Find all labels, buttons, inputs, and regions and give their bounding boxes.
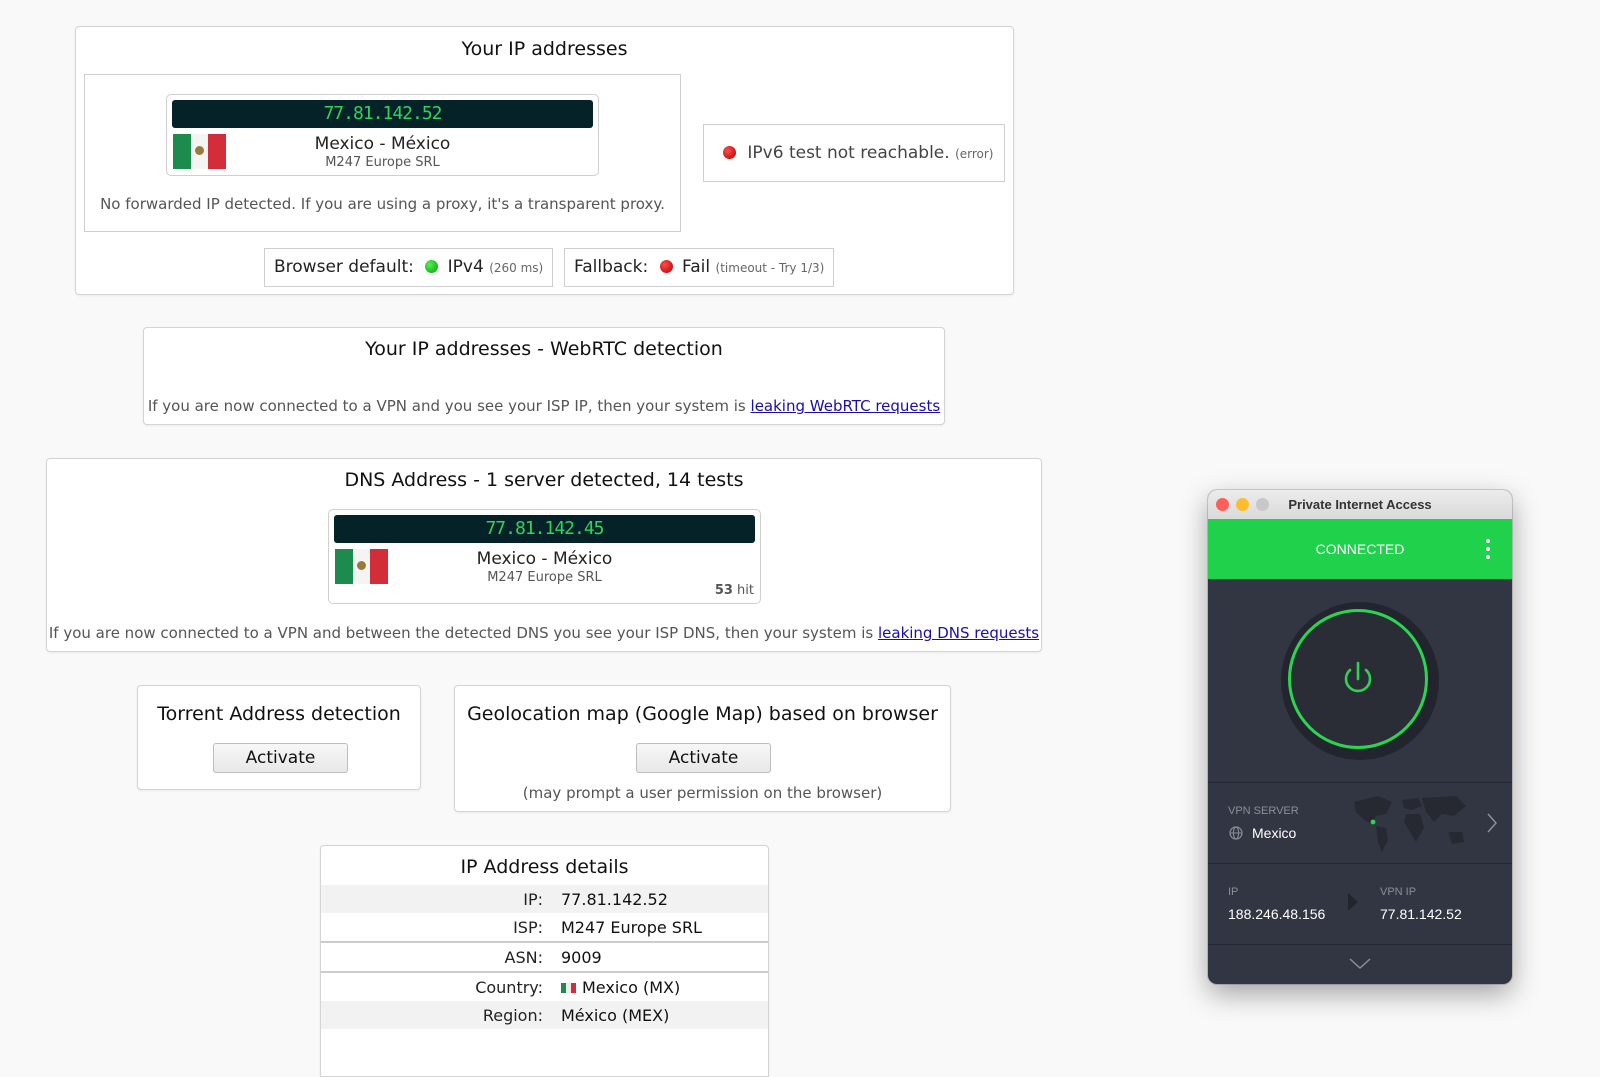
geolocation-panel: Geolocation map (Google Map) based on br… xyxy=(454,685,951,812)
globe-icon xyxy=(1229,826,1243,840)
ipv4-card: 77.81.142.52 Mexico - México M247 Europe… xyxy=(166,94,599,176)
detail-key: IP: xyxy=(321,885,551,913)
geolocation-note: (may prompt a user permission on the bro… xyxy=(522,784,883,802)
ip-addresses-panel: Your IP addresses 77.81.142.52 Mexico - … xyxy=(75,26,1014,295)
table-row: IP: 77.81.142.52 xyxy=(321,885,768,913)
ipv4-isp: M247 Europe SRL xyxy=(325,155,440,170)
dns-hit-label: hit xyxy=(737,583,754,598)
dns-isp: M247 Europe SRL xyxy=(487,570,602,585)
detail-value: Mexico (MX) xyxy=(551,972,768,1001)
close-window-icon[interactable] xyxy=(1216,498,1229,511)
ip-value: 188.246.48.156 xyxy=(1228,906,1326,922)
ipv4-result-panel: 77.81.142.52 Mexico - México M247 Europe… xyxy=(84,74,681,232)
ipv6-error-label: (error) xyxy=(955,147,994,161)
pia-window-title: Private Internet Access xyxy=(1288,497,1432,512)
browser-default-value: IPv4 xyxy=(447,257,484,277)
ipv6-status-text: IPv6 test not reachable. xyxy=(747,143,950,163)
webrtc-note: If you are now connected to a VPN and yo… xyxy=(144,397,944,415)
table-row: ASN: 9009 xyxy=(321,941,768,973)
leaking-webrtc-link[interactable]: leaking WebRTC requests xyxy=(751,397,941,415)
table-row: ISP: M247 Europe SRL xyxy=(321,913,768,942)
expand-row[interactable] xyxy=(1208,944,1512,984)
ipv4-ok-dot-icon xyxy=(425,260,439,273)
fallback-fail-dot-icon xyxy=(659,260,673,273)
table-row: Region: México (MEX) xyxy=(321,1001,768,1029)
pia-status-bar: CONNECTED xyxy=(1208,519,1512,579)
torrent-title: Torrent Address detection xyxy=(157,703,401,725)
pia-titlebar: Private Internet Access xyxy=(1208,490,1512,519)
ip-details-panel: IP Address details IP: 77.81.142.52 ISP:… xyxy=(320,845,769,1077)
arrow-right-icon xyxy=(1348,893,1358,911)
dns-address-display: 77.81.142.45 xyxy=(334,515,755,543)
fallback-label: Fallback: xyxy=(574,257,649,277)
dns-card: 77.81.142.45 Mexico - México M247 Europe… xyxy=(328,509,761,604)
detail-value: México (MEX) xyxy=(551,1001,768,1029)
ip-info-row: IP 188.246.48.156 VPN IP 77.81.142.52 xyxy=(1208,863,1512,944)
chevron-down-icon[interactable] xyxy=(1348,957,1372,971)
fallback-detail: (timeout - Try 1/3) xyxy=(715,261,825,275)
ip-addresses-title: Your IP addresses xyxy=(461,38,628,60)
ip-details-table-wrap: IP: 77.81.142.52 ISP: M247 Europe SRL AS… xyxy=(321,885,768,1029)
webrtc-title: Your IP addresses - WebRTC detection xyxy=(365,338,723,360)
dns-country: Mexico - México xyxy=(476,549,613,569)
table-row: Country: Mexico (MX) xyxy=(321,972,768,1001)
power-icon xyxy=(1344,661,1372,693)
browser-default-pill: Browser default: IPv4 (260 ms) xyxy=(264,248,554,287)
ipv6-result-panel: IPv6 test not reachable. (error) xyxy=(703,124,1005,182)
dns-title: DNS Address - 1 server detected, 14 test… xyxy=(344,469,744,491)
fallback-pill: Fallback: Fail (timeout - Try 1/3) xyxy=(564,248,835,287)
geolocation-activate-button[interactable]: Activate xyxy=(636,743,771,773)
ipv4-country: Mexico - México xyxy=(314,134,451,154)
dns-note-text: If you are now connected to a VPN and be… xyxy=(48,624,874,642)
chevron-right-icon[interactable] xyxy=(1486,812,1498,834)
pia-status-text: CONNECTED xyxy=(1315,541,1405,557)
fallback-value: Fail xyxy=(682,257,711,277)
vpn-ip-label: VPN IP xyxy=(1380,886,1417,898)
webrtc-note-text: If you are now connected to a VPN and yo… xyxy=(147,397,746,415)
detail-key: Region: xyxy=(321,1001,551,1029)
vpn-server-label: VPN SERVER xyxy=(1228,805,1299,817)
leaking-dns-link[interactable]: leaking DNS requests xyxy=(878,624,1039,642)
country-value: Mexico (MX) xyxy=(582,977,681,997)
detail-value: 77.81.142.52 xyxy=(551,885,768,913)
detail-key: ISP: xyxy=(513,917,543,937)
mexico-flag-icon xyxy=(561,982,576,993)
browser-default-time: (260 ms) xyxy=(489,261,544,275)
vpn-ip-value: 77.81.142.52 xyxy=(1380,906,1462,922)
ip-label: IP xyxy=(1228,886,1239,898)
detail-key: Country: xyxy=(475,977,543,997)
pia-window: Private Internet Access CONNECTED VPN SE… xyxy=(1208,490,1512,984)
minimize-window-icon[interactable] xyxy=(1236,498,1249,511)
ipv6-status-line: IPv6 test not reachable. (error) xyxy=(723,143,993,163)
zoom-window-icon[interactable] xyxy=(1256,498,1269,511)
torrent-panel: Torrent Address detection Activate xyxy=(137,685,421,790)
dns-panel: DNS Address - 1 server detected, 14 test… xyxy=(46,458,1042,652)
detail-key: ASN: xyxy=(321,941,551,973)
dns-note: If you are now connected to a VPN and be… xyxy=(47,624,1041,642)
browser-default-label: Browser default: xyxy=(274,257,414,277)
ipv6-error-dot-icon xyxy=(723,146,736,159)
dns-hits: 53 hit xyxy=(715,583,754,598)
ipv4-address-display: 77.81.142.52 xyxy=(172,100,593,128)
more-menu-icon[interactable] xyxy=(1486,539,1490,563)
torrent-activate-button[interactable]: Activate xyxy=(213,743,348,773)
pia-power-area xyxy=(1208,579,1512,782)
webrtc-panel: Your IP addresses - WebRTC detection If … xyxy=(143,327,945,425)
world-map-icon xyxy=(1354,796,1466,852)
detail-value: 9009 xyxy=(551,941,768,973)
vpn-server-value: Mexico xyxy=(1252,825,1297,841)
vpn-server-row[interactable]: VPN SERVER Mexico xyxy=(1208,782,1512,863)
ip-details-title: IP Address details xyxy=(460,856,629,878)
detail-value: M247 Europe SRL xyxy=(561,917,702,937)
ip-details-table: IP: 77.81.142.52 ISP: M247 Europe SRL AS… xyxy=(321,885,768,1029)
power-button[interactable] xyxy=(1288,609,1428,749)
forwarded-ip-note: No forwarded IP detected. If you are usi… xyxy=(100,195,665,213)
geolocation-title: Geolocation map (Google Map) based on br… xyxy=(467,703,938,725)
dns-hit-count: 53 xyxy=(714,583,733,598)
